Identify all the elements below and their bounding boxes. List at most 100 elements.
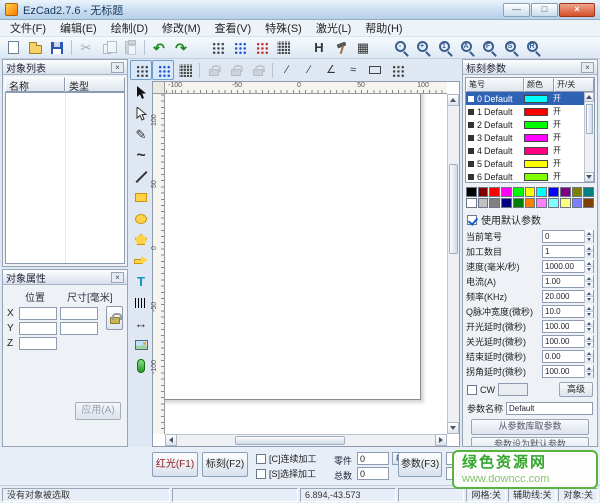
drawing-area[interactable] (165, 94, 447, 434)
continuous-mark-option[interactable]: [C]连续加工 (256, 452, 317, 465)
set-as-default-button[interactable]: 参数设为默认参数 (471, 437, 589, 447)
spinner-icon[interactable] (584, 230, 593, 243)
menu-view[interactable]: 查看(V) (208, 19, 259, 37)
skew-y-button[interactable]: ∕ (298, 60, 320, 80)
hatch-button[interactable]: H (308, 38, 330, 58)
mark-button[interactable]: 标刻(F2) (202, 452, 248, 477)
extend-axis-tool[interactable] (131, 356, 151, 375)
vertical-scrollbar[interactable] (447, 94, 459, 434)
bitmap-tool[interactable] (131, 335, 151, 354)
paste-button[interactable] (119, 38, 141, 58)
column-pen-color[interactable]: 颜色 (524, 78, 554, 92)
palette-swatch[interactable] (536, 198, 547, 208)
spinner-icon[interactable] (584, 350, 593, 363)
current-input[interactable]: 1.00 (542, 275, 594, 288)
object-list-close-icon[interactable]: × (111, 62, 124, 73)
zoom-page-button[interactable]: F (476, 38, 498, 58)
cw-checkbox[interactable] (467, 385, 477, 395)
pen-row[interactable]: 1Default开 (466, 105, 584, 118)
snap-object-button[interactable] (174, 60, 196, 80)
palette-swatch[interactable] (536, 187, 547, 197)
spinner-icon[interactable] (584, 365, 593, 378)
menu-file[interactable]: 文件(F) (3, 19, 53, 37)
scroll-up-button[interactable] (447, 94, 459, 106)
new-button[interactable] (2, 38, 24, 58)
aspect-lock-button[interactable] (106, 306, 123, 330)
column-type[interactable]: 类型 (65, 77, 125, 92)
menu-draw[interactable]: 绘制(D) (104, 19, 155, 37)
minimize-button[interactable]: — (503, 3, 530, 17)
pen-row[interactable]: 4Default开 (466, 144, 584, 157)
laser-dot-button-4[interactable] (272, 38, 294, 58)
speed-input[interactable]: 1000.00 (542, 260, 594, 273)
use-default-checkbox[interactable] (467, 215, 477, 225)
lock-y-button[interactable] (225, 60, 247, 80)
pen-row[interactable]: 6Default开 (466, 170, 584, 182)
spinner-icon[interactable] (584, 290, 593, 303)
part-count-input[interactable]: 0 (357, 452, 389, 465)
scroll-up-button[interactable] (584, 92, 594, 102)
select-tool[interactable] (131, 83, 151, 102)
pen-row[interactable]: 2Default开 (466, 118, 584, 131)
marking-parameters-close-icon[interactable]: × (581, 62, 594, 73)
object-list-body[interactable] (5, 92, 125, 264)
scroll-left-button[interactable] (165, 434, 177, 446)
rectangle-tool[interactable] (131, 188, 151, 207)
zoom-all-button[interactable]: A (454, 38, 476, 58)
skew-x-button[interactable]: ∕ (276, 60, 298, 80)
palette-swatch[interactable] (489, 187, 500, 197)
zoom-refresh-button[interactable]: R (520, 38, 542, 58)
select-mark-option[interactable]: [S]选择加工 (256, 467, 316, 480)
palette-swatch[interactable] (548, 187, 559, 197)
text-tool[interactable]: T (131, 272, 151, 291)
maximize-button[interactable]: □ (531, 3, 558, 17)
undo-button[interactable]: ↶ (148, 38, 170, 58)
palette-swatch[interactable] (572, 198, 583, 208)
palette-swatch[interactable] (501, 198, 512, 208)
lock-size-button[interactable] (247, 60, 269, 80)
status-grid-toggle[interactable]: 网格:关 (466, 488, 506, 502)
param-name-input[interactable]: Default (506, 402, 593, 415)
spinner-icon[interactable] (584, 305, 593, 318)
array-button[interactable] (386, 60, 408, 80)
column-pen-number[interactable]: 笔号 (466, 78, 524, 92)
current-pen-input[interactable]: 0 (542, 230, 594, 243)
x-position-input[interactable] (19, 307, 57, 320)
palette-swatch[interactable] (525, 198, 536, 208)
horizontal-scroll-thumb[interactable] (235, 436, 345, 445)
frequency-input[interactable]: 20.000 (542, 290, 594, 303)
get-from-library-button[interactable]: 从参数库取参数 (471, 419, 589, 435)
zoom-selection-button[interactable]: S (498, 38, 520, 58)
menu-laser[interactable]: 激光(L) (309, 19, 358, 37)
red-light-button[interactable]: 红光(F1) (152, 452, 198, 477)
scroll-down-button[interactable] (447, 422, 459, 434)
spinner-icon[interactable] (584, 245, 593, 258)
bezier-curve-tool[interactable]: ~ (131, 146, 151, 165)
palette-swatch[interactable] (560, 198, 571, 208)
q-pulse-width-input[interactable]: 10.0 (542, 305, 594, 318)
cut-button[interactable]: ✂ (75, 38, 97, 58)
advanced-button[interactable]: 高级 (559, 382, 593, 397)
lock-x-button[interactable] (203, 60, 225, 80)
snap-grid-button[interactable] (130, 60, 152, 80)
pen-list-scrollbar[interactable] (584, 92, 594, 182)
y-position-input[interactable] (19, 322, 57, 335)
pen-row[interactable]: 3Default开 (466, 131, 584, 144)
palette-swatch[interactable] (548, 198, 559, 208)
zoom-out-button[interactable]: - (388, 38, 410, 58)
palette-swatch[interactable] (583, 198, 594, 208)
menu-special[interactable]: 特殊(S) (258, 19, 309, 37)
parameter-table-button[interactable]: ▦ (352, 38, 374, 58)
status-guide-toggle[interactable]: 辅助线:关 (508, 488, 557, 502)
pen-row[interactable]: 0Default开 (466, 92, 584, 105)
scroll-right-button[interactable] (435, 434, 447, 446)
y-size-input[interactable] (60, 322, 98, 335)
menu-edit[interactable]: 编辑(E) (53, 19, 104, 37)
rotate-angle-button[interactable]: ∠ (320, 60, 342, 80)
laser-dot-button-1[interactable] (206, 38, 228, 58)
palette-swatch[interactable] (513, 187, 524, 197)
line-tool[interactable] (131, 167, 151, 186)
barcode-tool[interactable] (131, 293, 151, 312)
menu-modify[interactable]: 修改(M) (155, 19, 208, 37)
palette-swatch[interactable] (478, 187, 489, 197)
